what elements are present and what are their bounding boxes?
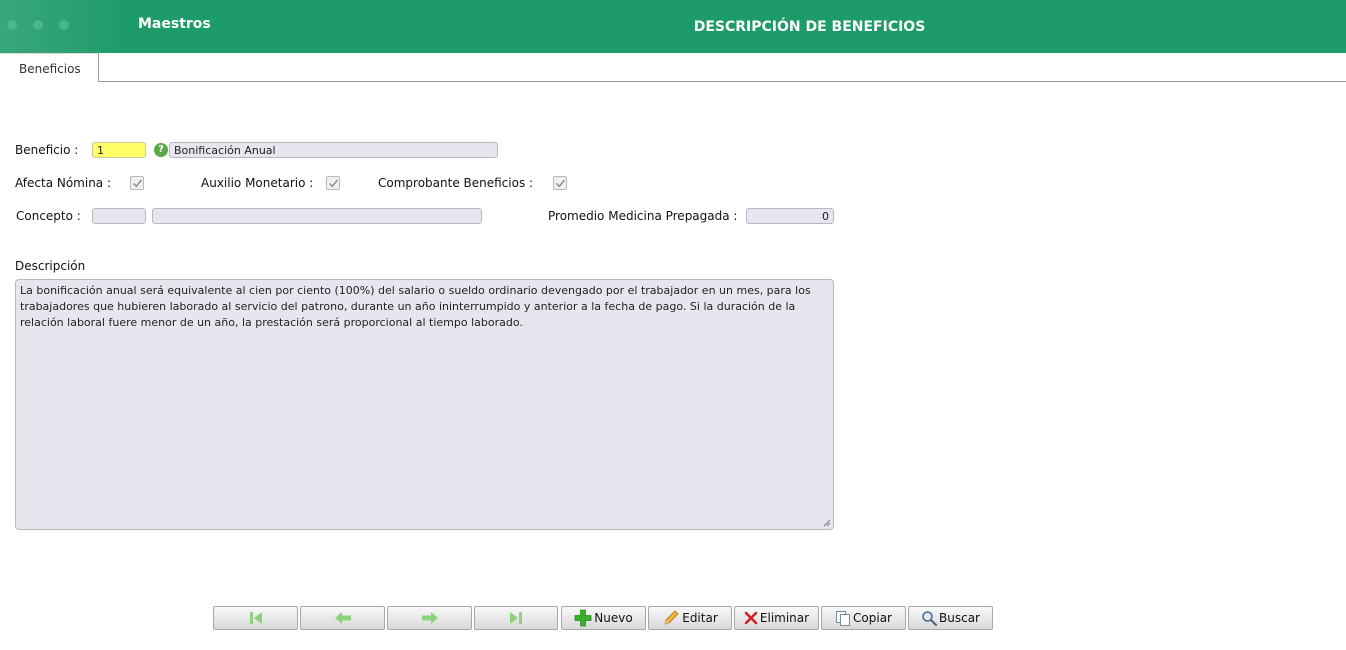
descripcion-textarea[interactable]: La bonificación anual será equivalente a… bbox=[15, 279, 834, 530]
copiar-button[interactable]: Copiar bbox=[821, 606, 906, 630]
pencil-icon bbox=[662, 609, 680, 627]
tab-divider bbox=[98, 81, 1346, 82]
eliminar-button[interactable]: Eliminar bbox=[734, 606, 819, 630]
concepto-name-field[interactable] bbox=[152, 208, 482, 224]
check-icon bbox=[132, 179, 143, 188]
copiar-label: Copiar bbox=[853, 611, 892, 625]
arrow-left-icon bbox=[334, 612, 351, 624]
editar-button[interactable]: Editar bbox=[648, 606, 732, 630]
previous-record-button[interactable] bbox=[300, 606, 385, 630]
page-title: DESCRIPCIÓN DE BENEFICIOS bbox=[693, 19, 926, 35]
promedio-medicina-field[interactable]: 0 bbox=[746, 208, 834, 224]
descripcion-text: La bonificación anual será equivalente a… bbox=[20, 284, 811, 329]
last-icon bbox=[510, 612, 522, 624]
comprobante-beneficios-checkbox[interactable] bbox=[553, 176, 567, 190]
check-icon bbox=[555, 179, 566, 188]
promedio-medicina-label: Promedio Medicina Prepagada : bbox=[548, 209, 738, 223]
magnifier-icon bbox=[921, 610, 937, 626]
eliminar-label: Eliminar bbox=[759, 611, 810, 625]
arrow-right-icon bbox=[421, 612, 438, 624]
first-record-button[interactable] bbox=[213, 606, 298, 630]
auxilio-monetario-checkbox[interactable] bbox=[326, 176, 340, 190]
help-icon[interactable]: ? bbox=[154, 143, 168, 157]
comprobante-beneficios-label: Comprobante Beneficios : bbox=[378, 176, 534, 190]
editar-label: Editar bbox=[682, 611, 718, 625]
concepto-label: Concepto : bbox=[16, 209, 81, 223]
beneficio-code-field[interactable]: 1 bbox=[92, 142, 146, 158]
buscar-label: Buscar bbox=[939, 611, 980, 625]
top-bar: Maestros DESCRIPCIÓN DE BENEFICIOS bbox=[0, 0, 1346, 53]
beneficio-label: Beneficio : bbox=[15, 143, 79, 157]
last-record-button[interactable] bbox=[474, 606, 558, 630]
nuevo-label: Nuevo bbox=[594, 611, 633, 625]
concepto-code-field[interactable] bbox=[92, 208, 146, 224]
nuevo-button[interactable]: Nuevo bbox=[561, 606, 646, 630]
check-icon bbox=[328, 179, 339, 188]
tab-beneficios[interactable]: Beneficios bbox=[0, 53, 99, 82]
delete-x-icon bbox=[744, 611, 758, 625]
buscar-button[interactable]: Buscar bbox=[908, 606, 993, 630]
copy-icon bbox=[835, 610, 851, 626]
afecta-nomina-label: Afecta Nómina : bbox=[15, 176, 112, 190]
first-icon bbox=[249, 612, 262, 624]
resize-grip-icon[interactable] bbox=[823, 519, 831, 527]
plus-icon bbox=[574, 609, 592, 627]
afecta-nomina-checkbox[interactable] bbox=[130, 176, 144, 190]
next-record-button[interactable] bbox=[387, 606, 472, 630]
beneficio-name-field[interactable]: Bonificación Anual bbox=[169, 142, 498, 158]
auxilio-monetario-label: Auxilio Monetario : bbox=[201, 176, 314, 190]
descripcion-label: Descripción bbox=[15, 259, 86, 273]
